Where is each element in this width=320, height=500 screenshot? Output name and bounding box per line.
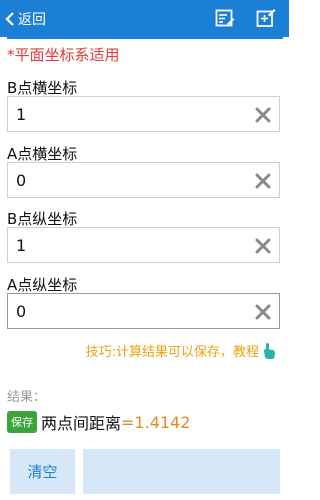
field-a-x[interactable]: 0 — [7, 162, 280, 198]
back-label: 返回 — [18, 11, 46, 28]
result-label: 结果： — [7, 390, 47, 405]
field-label-a-y: A点纵坐标 — [7, 276, 78, 294]
hand-pointer-icon[interactable] — [261, 342, 277, 360]
result-row: 保存 两点间距离 =1.4142 — [7, 410, 190, 434]
tip-row: 技巧:计算结果可以保存， 教程 — [86, 341, 277, 360]
back-button[interactable]: 返回 — [0, 0, 46, 37]
field-label-b-x: B点横坐标 — [7, 79, 78, 97]
new-note-icon[interactable] — [256, 8, 276, 28]
clear-button[interactable]: 清空 — [10, 449, 75, 494]
field-value: 0 — [16, 302, 27, 321]
tip-link[interactable]: 教程 — [233, 341, 259, 360]
field-value: 1 — [16, 105, 27, 124]
close-icon[interactable] — [253, 171, 273, 191]
tip-text: 技巧:计算结果可以保存， — [85, 345, 233, 360]
field-label-a-x: A点横坐标 — [7, 145, 78, 163]
header-underline — [7, 37, 283, 39]
field-b-y[interactable]: 1 — [7, 227, 280, 263]
result-title: 两点间距离 — [41, 414, 122, 433]
field-b-x[interactable]: 1 — [7, 96, 280, 132]
close-icon[interactable] — [253, 236, 273, 256]
chevron-left-icon — [0, 0, 20, 37]
edit-list-icon[interactable] — [215, 8, 235, 28]
field-label-b-y: B点纵坐标 — [7, 210, 78, 228]
save-button[interactable]: 保存 — [7, 411, 37, 433]
coordinate-note: *平面坐标系适用 — [7, 46, 120, 64]
close-icon[interactable] — [253, 302, 273, 322]
result-value: =1.4142 — [121, 412, 191, 432]
close-icon[interactable] — [253, 105, 273, 125]
secondary-button[interactable] — [83, 449, 280, 494]
field-value: 0 — [16, 171, 27, 190]
field-value: 1 — [16, 236, 27, 255]
field-a-y[interactable]: 0 — [7, 293, 280, 329]
app-header: 返回 — [0, 0, 289, 37]
